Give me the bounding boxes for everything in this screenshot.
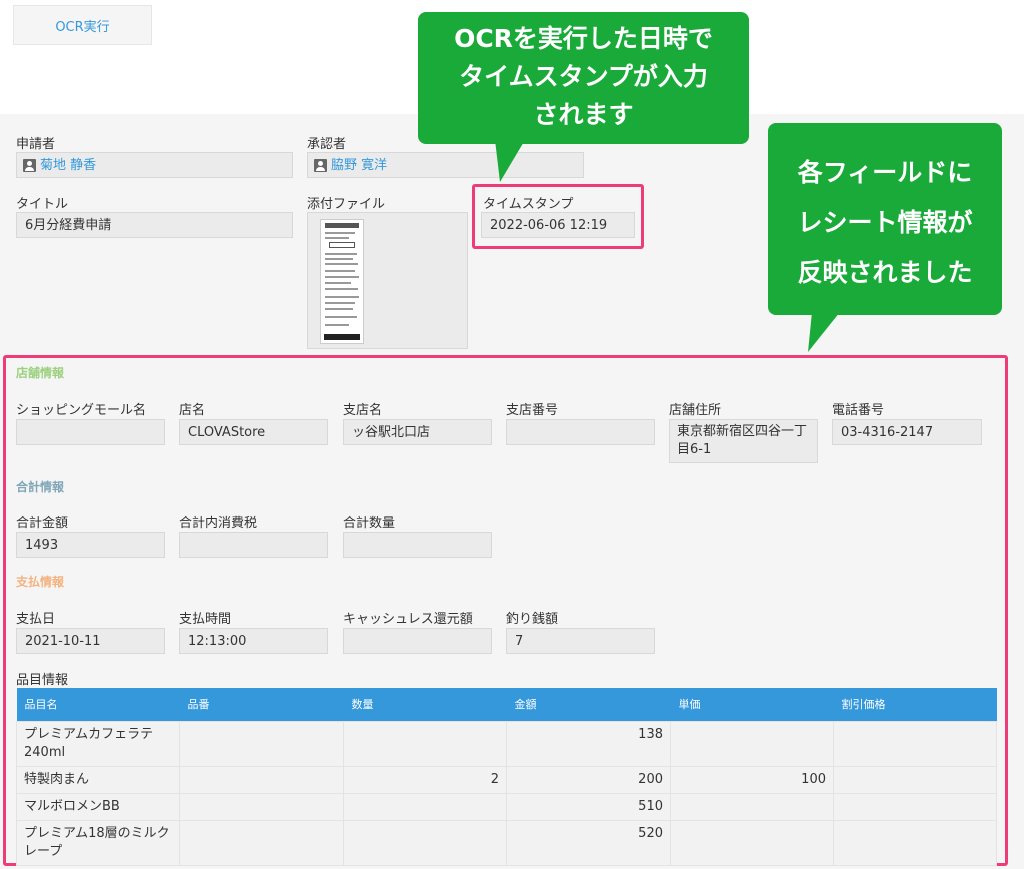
column-header-item-name: 品目名: [16, 688, 180, 721]
total-section-title: 合計情報: [16, 480, 65, 494]
phone-number-label: 電話番号: [832, 403, 885, 418]
store-name-field: CLOVAStore: [179, 419, 328, 445]
store-address-label: 店舗住所: [669, 403, 722, 418]
timestamp-callout-tail: [495, 140, 525, 182]
item-unit-price-cell: [670, 819, 834, 866]
column-header-discount-price: 割引価格: [833, 688, 997, 721]
applicant-name-link[interactable]: 菊地 静香: [40, 157, 96, 174]
item-name-cell: 特製肉まん: [16, 765, 180, 794]
cashless-rebate-label: キャッシュレス還元額: [343, 612, 473, 627]
title-label: タイトル: [16, 197, 69, 212]
approver-name-link[interactable]: 脇野 寛洋: [331, 157, 387, 174]
item-quantity-cell: [343, 720, 507, 767]
mall-name-label: ショッピングモール名: [16, 403, 147, 418]
total-amount-label: 合計金額: [16, 516, 69, 531]
item-amount-cell: 510: [506, 792, 671, 821]
table-row: マルボロメンBB 510: [16, 792, 997, 821]
total-quantity-label: 合計数量: [343, 516, 396, 531]
item-amount-cell: 200: [506, 765, 671, 794]
items-section-title: 品目情報: [16, 673, 69, 688]
item-unit-price-cell: [670, 720, 834, 767]
applicant-field: 菊地 静香: [16, 152, 293, 178]
total-amount-field: 1493: [16, 532, 165, 558]
payment-time-field: 12:13:00: [179, 628, 328, 654]
change-amount-label: 釣り銭額: [506, 612, 559, 627]
item-discount-cell: [833, 720, 997, 767]
fields-callout-tail: [808, 312, 840, 352]
payment-section-title: 支払情報: [16, 575, 65, 589]
table-row: 特製肉まん 2 200 100: [16, 765, 997, 794]
branch-number-label: 支店番号: [506, 403, 559, 418]
payment-time-label: 支払時間: [179, 612, 232, 627]
item-amount-cell: 138: [506, 720, 671, 767]
item-discount-cell: [833, 819, 997, 866]
table-row: プレミアムカフェラテ240ml 138: [16, 720, 997, 767]
item-code-cell: [179, 792, 344, 821]
callout-line: レシート情報が: [797, 208, 973, 237]
callout-line: OCRを実行した日時で: [454, 24, 713, 53]
item-name-cell: プレミアムカフェラテ240ml: [16, 720, 180, 767]
applicant-label: 申請者: [16, 137, 56, 152]
total-tax-field: [179, 532, 328, 558]
callout-line: されます: [533, 100, 634, 129]
attachment-field: [307, 212, 468, 349]
receipt-thumbnail[interactable]: [320, 219, 364, 344]
approver-field: 脇野 寛洋: [307, 152, 584, 178]
items-table: 品目名 品番 数量 金額 単価 割引価格 プレミアムカフェラテ240ml 138…: [16, 688, 997, 866]
column-header-item-code: 品番: [179, 688, 344, 721]
store-section-title: 店舗情報: [16, 366, 65, 380]
item-quantity-cell: [343, 819, 507, 866]
item-code-cell: [179, 765, 344, 794]
item-code-cell: [179, 819, 344, 866]
phone-number-field: 03-4316-2147: [832, 419, 982, 445]
item-unit-price-cell: 100: [670, 765, 834, 794]
callout-line: 反映されました: [797, 258, 973, 287]
branch-number-field: [506, 419, 655, 445]
store-name-label: 店名: [179, 403, 206, 418]
timestamp-highlight: [472, 184, 644, 249]
approver-label: 承認者: [307, 137, 347, 152]
cashless-rebate-field: [343, 628, 492, 654]
timestamp-callout: OCRを実行した日時で タイムスタンプが入力 されます: [418, 12, 749, 144]
payment-date-field: 2021-10-11: [16, 628, 165, 654]
change-amount-field: 7: [506, 628, 655, 654]
item-amount-cell: 520: [506, 819, 671, 866]
ocr-run-button[interactable]: OCR実行: [13, 5, 152, 45]
callout-line: タイムスタンプが入力: [459, 62, 708, 91]
column-header-unit-price: 単価: [670, 688, 834, 721]
user-icon: [314, 158, 327, 172]
store-address-field: 東京都新宿区四谷一丁目6-1: [669, 419, 818, 463]
branch-name-field: ッ谷駅北口店: [343, 419, 492, 445]
payment-date-label: 支払日: [16, 612, 56, 627]
fields-callout: 各フィールドに レシート情報が 反映されました: [768, 123, 1002, 315]
total-tax-label: 合計内消費税: [179, 516, 258, 531]
column-header-amount: 金額: [506, 688, 671, 721]
item-discount-cell: [833, 792, 997, 821]
item-name-cell: プレミアム18層のミルクレープ: [16, 819, 180, 866]
item-unit-price-cell: [670, 792, 834, 821]
item-quantity-cell: 2: [343, 765, 507, 794]
table-row: プレミアム18層のミルクレープ 520: [16, 819, 997, 866]
table-header-row: 品目名 品番 数量 金額 単価 割引価格: [16, 688, 997, 721]
callout-line: 各フィールドに: [797, 158, 973, 187]
column-header-quantity: 数量: [343, 688, 507, 721]
branch-name-label: 支店名: [343, 403, 383, 418]
user-icon: [23, 158, 36, 172]
item-name-cell: マルボロメンBB: [16, 792, 180, 821]
total-quantity-field: [343, 532, 492, 558]
title-field: 6月分経費申請: [16, 212, 293, 238]
item-code-cell: [179, 720, 344, 767]
attachment-label: 添付ファイル: [307, 197, 386, 212]
item-quantity-cell: [343, 792, 507, 821]
item-discount-cell: [833, 765, 997, 794]
mall-name-field: [16, 419, 165, 445]
